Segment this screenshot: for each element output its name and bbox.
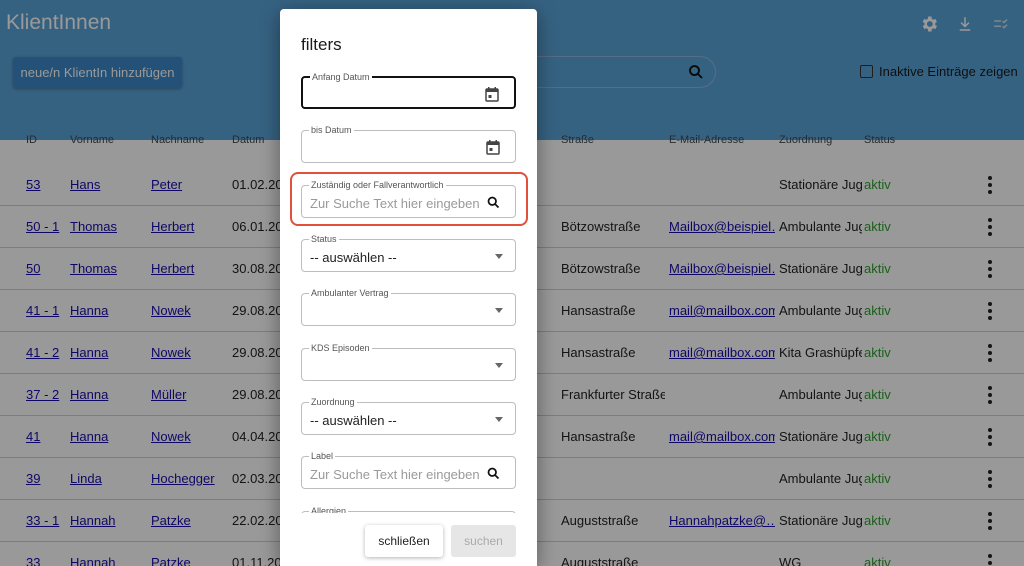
filters-dialog: filters Anfang Datum bis Datum Zuständig… [280, 9, 537, 566]
zuordnung-select[interactable]: Zuordnung -- auswählen -- [301, 397, 516, 435]
close-button[interactable]: schließen [365, 525, 443, 557]
placeholder: Zur Suche Text hier eingeben [310, 467, 480, 482]
field-label: KDS Episoden [309, 343, 372, 354]
chevron-down-icon [495, 254, 503, 259]
field-label: Zuordnung [309, 397, 357, 408]
kds-episoden-select[interactable]: KDS Episoden [301, 343, 516, 381]
field-label: Anfang Datum [310, 72, 372, 83]
field-label: Ambulanter Vertrag [309, 288, 391, 299]
chevron-down-icon [495, 417, 503, 422]
field-label: Label [309, 451, 336, 462]
ambulanter-vertrag-select[interactable]: Ambulanter Vertrag [301, 288, 516, 326]
anfang-datum-field[interactable]: Anfang Datum [301, 72, 516, 109]
chevron-down-icon [495, 363, 503, 368]
calendar-icon[interactable] [484, 86, 500, 102]
field-label: Status [309, 234, 339, 245]
field-label: bis Datum [309, 125, 354, 136]
calendar-icon[interactable] [485, 139, 501, 155]
search-button[interactable]: suchen [451, 525, 516, 557]
dialog-footer: schließen suchen [280, 513, 537, 566]
chevron-down-icon [495, 308, 503, 313]
bis-datum-field[interactable]: bis Datum [301, 125, 516, 163]
dialog-title: filters [301, 35, 342, 54]
status-select[interactable]: Status -- auswählen -- [301, 234, 516, 272]
search-icon[interactable] [485, 465, 501, 481]
label-search-input[interactable]: Label Zur Suche Text hier eingeben [301, 451, 516, 489]
highlight-box [290, 172, 528, 226]
